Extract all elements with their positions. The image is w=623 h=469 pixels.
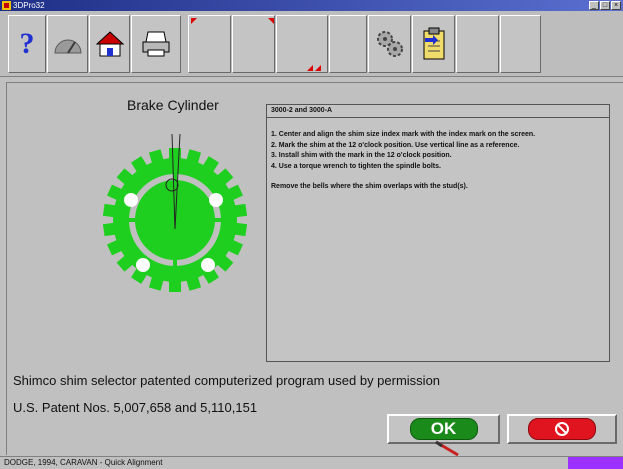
clipboard-icon <box>423 27 444 60</box>
blank-button-4[interactable] <box>329 15 367 73</box>
shim-diagram <box>102 133 248 292</box>
clipboard-button[interactable] <box>412 15 455 73</box>
corner-marker-icon <box>268 18 274 24</box>
instructions-header: 3000-2 and 3000-A <box>267 105 609 118</box>
print-button[interactable] <box>131 15 181 73</box>
title-bar: 3DPro32 _ □ × <box>0 0 623 11</box>
settings-button[interactable] <box>368 15 411 73</box>
minimize-button[interactable]: _ <box>589 1 599 10</box>
home-button[interactable] <box>89 15 130 73</box>
status-indicator <box>568 457 623 469</box>
instruction-step: 2. Mark the shim at the 12 o'clock posit… <box>271 141 520 149</box>
maximize-button[interactable]: □ <box>600 1 610 10</box>
status-text: DODGE, 1994, CARAVAN - Quick Alignment <box>4 458 163 467</box>
instruction-note: Remove the bells where the shim overlaps… <box>271 183 468 190</box>
stud-hole <box>209 193 223 207</box>
question-mark-icon: ? <box>19 27 35 60</box>
status-bar: DODGE, 1994, CARAVAN - Quick Alignment <box>0 456 623 469</box>
credit-line: Shimco shim selector patented computeriz… <box>13 373 441 388</box>
blank-button-5[interactable] <box>456 15 499 73</box>
patent-line: U.S. Patent Nos. 5,007,658 and 5,110,151 <box>13 400 258 415</box>
printer-icon <box>142 31 170 57</box>
blank-button-2[interactable] <box>232 15 275 73</box>
gears-icon <box>376 31 403 57</box>
ok-label: OK <box>409 418 478 440</box>
corner-marker-icon <box>191 18 197 24</box>
instructions-panel: 3000-2 and 3000-A 1. Center and align th… <box>266 104 610 362</box>
instruction-step: 4. Use a torque wrench to tighten the sp… <box>271 162 441 170</box>
stud-hole <box>201 258 215 272</box>
instruction-step: 3. Install shim with the mark in the 12 … <box>271 152 452 159</box>
speedometer-icon <box>53 39 82 54</box>
blank-button-6[interactable] <box>500 15 541 73</box>
arrow-marker-icon <box>307 65 321 71</box>
help-button[interactable]: ? <box>8 15 46 73</box>
close-button[interactable]: × <box>611 1 621 10</box>
stud-hole <box>124 193 138 207</box>
cancel-button[interactable] <box>507 414 617 444</box>
blank-button-1[interactable] <box>188 15 231 73</box>
home-icon <box>95 31 124 57</box>
no-entry-icon <box>555 422 569 436</box>
stud-hole <box>136 258 150 272</box>
instruction-step: 1. Center and align the shim size index … <box>271 131 536 138</box>
brake-cylinder-title: Brake Cylinder <box>127 97 219 113</box>
gauge-button[interactable] <box>47 15 88 73</box>
blank-button-3[interactable] <box>276 15 328 73</box>
window-title: 3DPro32 <box>13 1 45 10</box>
toolbar: ? <box>0 11 623 77</box>
app-icon <box>2 1 11 10</box>
